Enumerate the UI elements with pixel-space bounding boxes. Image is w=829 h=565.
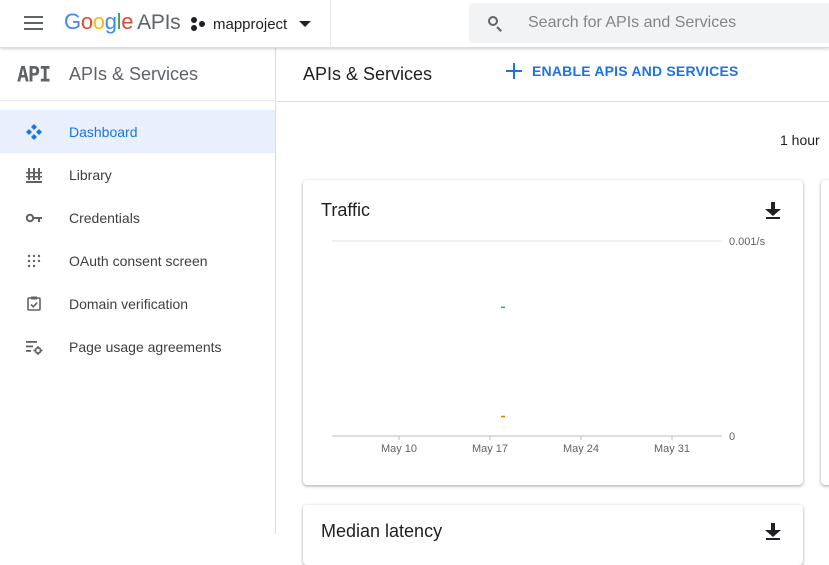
oauth-icon <box>25 252 43 270</box>
search-input[interactable] <box>528 14 828 32</box>
card-title: Median latency <box>321 521 443 541</box>
sidebar-item-label: OAuth consent screen <box>69 252 208 269</box>
key-icon <box>25 209 43 227</box>
traffic-chart: 0.001/s 0 May 10 May 17 May 24 May 31 <box>332 236 766 455</box>
sidebar-item-label: Page usage agreements <box>69 338 222 355</box>
sidebar-item-oauth-consent-screen[interactable]: OAuth consent screen <box>0 239 275 282</box>
sidebar-item-label: Dashboard <box>69 123 138 140</box>
settings-list-icon <box>25 338 43 356</box>
x-tick-label: May 24 <box>563 443 599 455</box>
sidebar-item-domain-verification[interactable]: Domain verification <box>0 282 275 325</box>
google-apis-logo[interactable]: Google APIs <box>64 9 181 35</box>
median-latency-card: Median latency <box>303 505 803 565</box>
sidebar-item-page-usage-agreements[interactable]: Page usage agreements <box>0 325 275 368</box>
logo-letter: g <box>104 9 117 34</box>
sidebar-header: API APIs & Services <box>0 48 275 101</box>
domain-check-icon <box>25 295 43 313</box>
logo-letter: G <box>64 9 81 34</box>
search-bar[interactable] <box>469 3 829 43</box>
plus-icon <box>506 63 522 79</box>
x-tick-label: May 10 <box>381 443 417 455</box>
project-name: mapproject <box>213 15 288 33</box>
enable-apis-label: ENABLE APIS AND SERVICES <box>532 63 739 79</box>
library-icon <box>25 166 43 184</box>
logo-letter: e <box>121 9 134 34</box>
x-tick-label: May 17 <box>472 443 508 455</box>
sidebar-item-credentials[interactable]: Credentials <box>0 196 275 239</box>
y-tick-label: 0 <box>729 431 735 443</box>
dashboard-icon <box>25 123 43 141</box>
y-tick-label: 0.001/s <box>729 236 766 248</box>
sidebar-item-library[interactable]: Library <box>0 153 275 196</box>
traffic-card: Traffic 0.001/s 0 May 10 May 17 May 24 May 31 <box>303 180 803 485</box>
download-icon[interactable] <box>765 523 781 540</box>
project-selector[interactable]: mapproject <box>190 12 312 36</box>
project-dots-icon <box>190 16 206 32</box>
logo-letter: o <box>80 9 93 34</box>
sidebar-item-label: Domain verification <box>69 295 189 312</box>
sidebar-item-label: Library <box>69 166 112 183</box>
logo-letter: o <box>92 9 105 34</box>
sidebar: API APIs & Services Dashboard Library Cr… <box>0 48 276 534</box>
chevron-down-icon <box>299 21 312 27</box>
sidebar-nav: Dashboard Library Credentials OAuth cons… <box>0 110 275 368</box>
api-logo: API <box>17 61 51 87</box>
logo-suffix: APIs <box>137 11 181 34</box>
header-divider <box>330 0 331 48</box>
hamburger-menu-icon[interactable] <box>22 13 46 35</box>
time-range-selector[interactable]: 1 hour <box>780 132 820 148</box>
page-title: APIs & Services <box>303 64 433 84</box>
top-app-bar: Google APIs mapproject <box>0 0 829 48</box>
sidebar-title: APIs & Services <box>69 63 199 84</box>
adjacent-card <box>821 180 829 485</box>
x-tick-label: May 31 <box>654 443 690 455</box>
sidebar-item-label: Credentials <box>69 209 140 226</box>
search-icon[interactable] <box>487 15 503 32</box>
sidebar-item-dashboard[interactable]: Dashboard <box>0 110 275 153</box>
enable-apis-button[interactable]: ENABLE APIS AND SERVICES <box>506 63 739 79</box>
main-header: APIs & Services ENABLE APIS AND SERVICES <box>277 48 829 102</box>
